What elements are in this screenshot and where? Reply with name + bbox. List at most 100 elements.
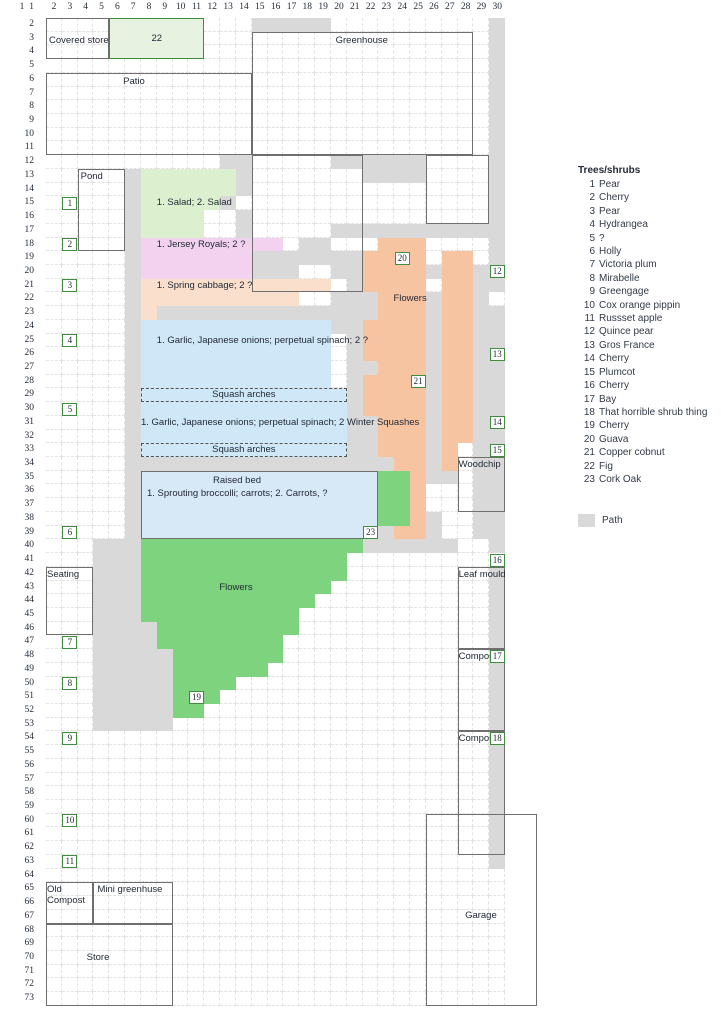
grid-cell <box>204 813 221 828</box>
tree-badge-1[interactable]: 1 <box>62 196 78 210</box>
tree-badge-16[interactable]: 16 <box>489 553 505 567</box>
grid-cell <box>362 566 379 581</box>
room-store[interactable] <box>46 923 173 1006</box>
grid-cell <box>441 690 458 704</box>
tree-badge-6[interactable]: 6 <box>62 526 78 540</box>
grid-cell <box>267 882 284 897</box>
grid-cell <box>235 937 252 951</box>
legend-title: Trees/shrubs <box>578 165 641 176</box>
grid-cell <box>410 553 426 567</box>
tree-badge-14[interactable]: 14 <box>489 416 505 430</box>
grid-cell <box>93 333 110 348</box>
grid-cell <box>473 18 490 32</box>
grid-cell <box>441 594 458 608</box>
grid-cell <box>204 59 221 73</box>
grid-cell <box>46 662 62 677</box>
grid-cell <box>46 676 62 691</box>
grid-cell <box>140 772 157 787</box>
flowers-green-upper <box>172 704 205 718</box>
raised-bed-line: 1. Sprouting broccolli; carrots; 2. Carr… <box>146 487 328 499</box>
grid-cell <box>346 621 363 636</box>
grid-cell <box>46 361 62 375</box>
row-header: 37 <box>24 499 35 510</box>
grid-cell <box>251 786 268 801</box>
tree-badge-4[interactable]: 4 <box>62 334 78 348</box>
legend-item: 8 Mirabelle <box>578 272 721 285</box>
grid-cell <box>188 882 205 897</box>
grid-cell <box>410 18 426 32</box>
tree-badge-8[interactable]: 8 <box>62 677 78 691</box>
legend-item-name: Cherry <box>599 420 630 432</box>
tree-badge-13[interactable]: 13 <box>489 347 505 361</box>
grid-cell <box>125 155 141 169</box>
grid-cell <box>283 676 300 691</box>
grid-cell <box>220 854 236 869</box>
grid-cell <box>156 59 173 73</box>
tree-badge-12[interactable]: 12 <box>489 265 505 279</box>
room-greenhouse-lower[interactable] <box>251 155 363 293</box>
tree-badge-15[interactable]: 15 <box>489 443 505 457</box>
grid-cell <box>267 854 284 869</box>
tree-badge-20[interactable]: 20 <box>394 251 410 265</box>
tree-badge-7[interactable]: 7 <box>62 635 78 649</box>
grid-cell <box>46 525 62 540</box>
flowers-orange <box>410 457 426 540</box>
squash-arch-upper: Squash arches <box>140 388 347 403</box>
tree-badge-3[interactable]: 3 <box>62 279 78 293</box>
row-header: 47 <box>24 636 35 647</box>
grid-cell <box>441 649 458 663</box>
grid-cell <box>61 223 78 238</box>
grid-cell <box>46 168 62 183</box>
grid-cell <box>267 731 284 746</box>
flowers-green-upper <box>378 470 411 526</box>
grid-cell <box>235 868 252 883</box>
grid-cell <box>315 992 331 1006</box>
row-header: 33 <box>24 444 35 455</box>
row-header: 39 <box>24 526 35 537</box>
grid-cell <box>77 827 94 842</box>
tree-badge-19[interactable]: 19 <box>188 690 204 704</box>
tree-badge-17[interactable]: 17 <box>489 649 505 663</box>
grid-cell <box>93 443 110 458</box>
grid-cell <box>346 566 363 581</box>
room-greenhouse[interactable] <box>251 31 474 156</box>
grid-cell <box>172 813 189 828</box>
grid-cell <box>315 676 331 691</box>
flowers-orange <box>378 237 426 252</box>
grid-cell <box>61 868 78 883</box>
grid-cell <box>457 539 474 554</box>
tree-badge-2[interactable]: 2 <box>62 238 78 252</box>
fig-plot[interactable]: 22 <box>109 18 205 60</box>
room-patio[interactable] <box>46 72 252 156</box>
room-greenhouse-right[interactable] <box>425 155 490 224</box>
grid-cell <box>441 525 458 540</box>
grid-cell <box>267 772 284 787</box>
grid-cell <box>235 745 252 759</box>
path-upper-mid <box>220 155 252 169</box>
flowers-green-upper <box>140 553 347 581</box>
tree-badge-11[interactable]: 11 <box>62 855 78 869</box>
grid-cell <box>140 800 157 814</box>
grid-cell <box>251 690 268 704</box>
column-header: 20 <box>334 2 344 12</box>
tree-badge-5[interactable]: 5 <box>62 402 78 416</box>
grid-cell <box>315 690 331 704</box>
tree-badge-9[interactable]: 9 <box>62 731 78 745</box>
legend-item: 21 Copper cobnut <box>578 446 721 459</box>
grid-cell <box>61 704 78 718</box>
grid-cell <box>156 155 173 169</box>
tree-badge-18[interactable]: 18 <box>489 731 505 745</box>
row-header: 42 <box>24 567 35 578</box>
tree-badge-23[interactable]: 23 <box>363 526 379 540</box>
grid-cell <box>346 745 363 759</box>
grid-cell <box>235 909 252 924</box>
tree-badge-10[interactable]: 10 <box>62 814 78 828</box>
tree-badge-21[interactable]: 21 <box>410 375 426 389</box>
grid-cell <box>299 758 316 773</box>
grid-cell <box>125 786 141 801</box>
column-header: 25 <box>413 2 423 12</box>
grid-cell <box>267 992 284 1006</box>
row-header: 67 <box>24 910 35 921</box>
grid-cell <box>299 621 316 636</box>
grid-cell <box>46 649 62 663</box>
